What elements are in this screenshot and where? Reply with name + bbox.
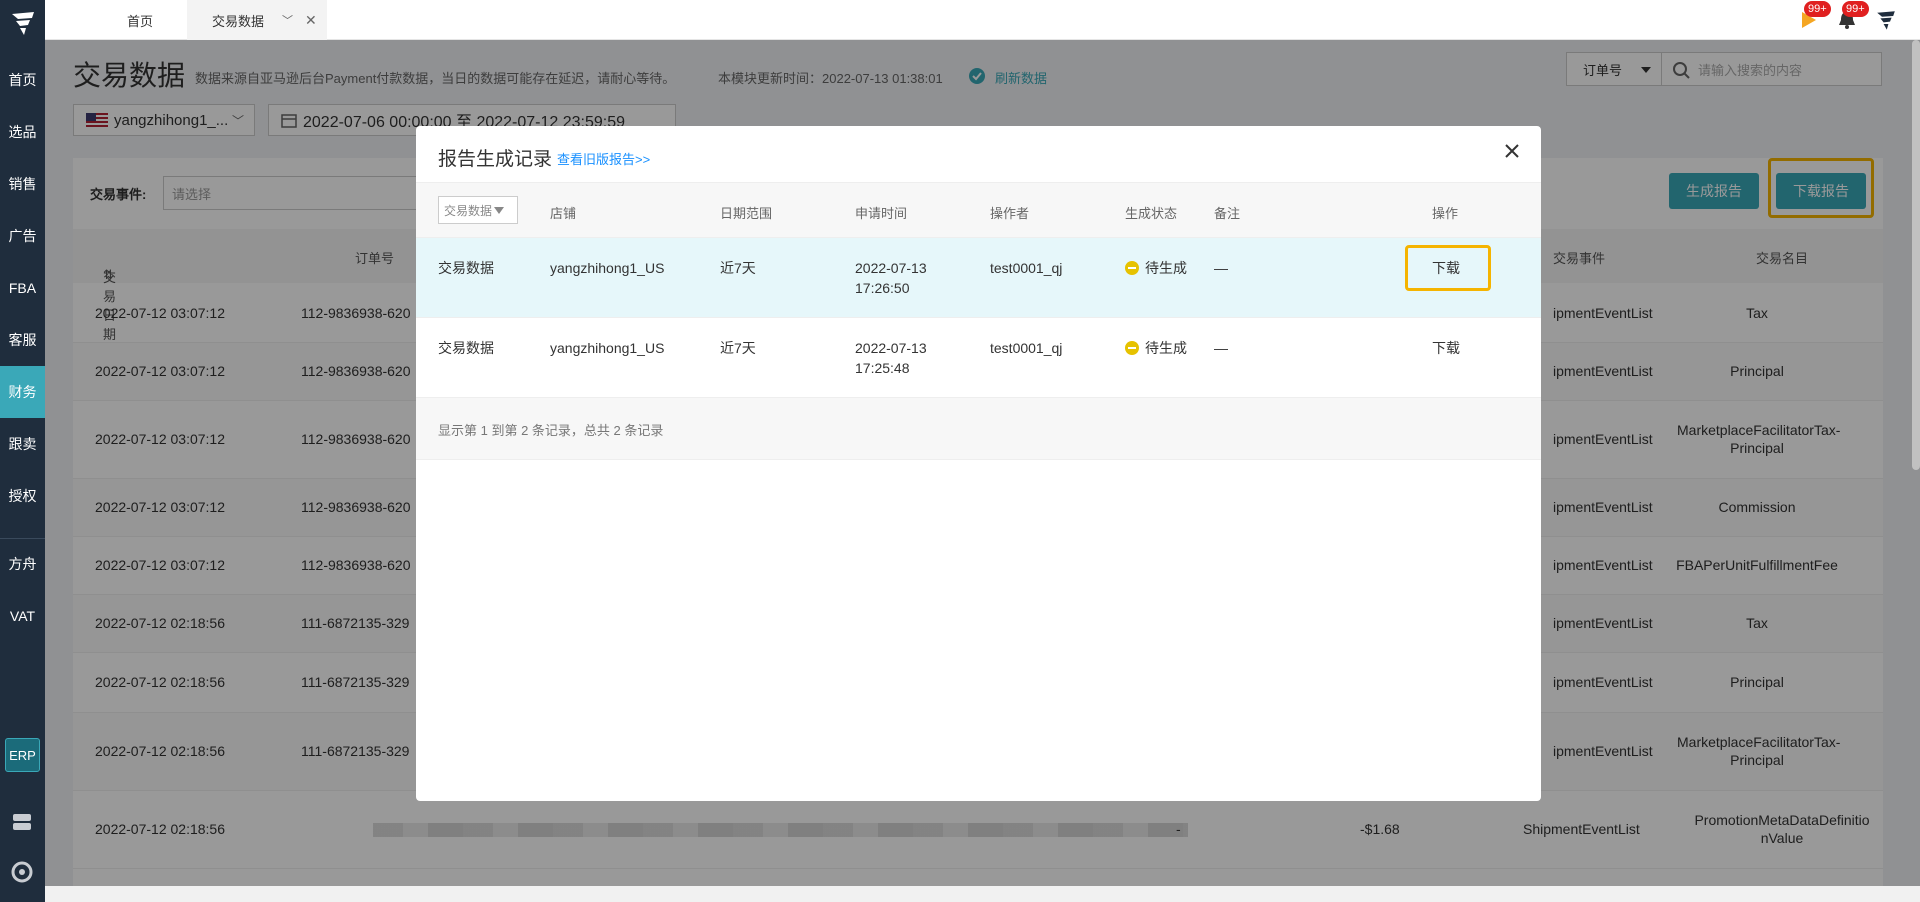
tab-bar: 首页 交易数据 ﹀ ✕ 99+ 99+ <box>45 0 1920 40</box>
support-icon[interactable] <box>10 860 34 884</box>
modal-table-header: 交易数据 店铺 日期范围 申请时间 操作者 生成状态 备注 操作 <box>416 182 1541 238</box>
report-row: 交易数据 yangzhihong1_US 近7天 2022-07-13 17:26… <box>416 238 1541 318</box>
close-icon[interactable] <box>1503 142 1521 160</box>
download-link[interactable]: 下载 <box>1432 338 1460 358</box>
cell-operator: test0001_qj <box>990 260 1063 276</box>
sidebar-item-home[interactable]: 首页 <box>0 54 45 106</box>
cell-time: 2022-07-13 17:26:50 <box>855 258 927 298</box>
header-range: 日期范围 <box>720 206 773 221</box>
logo-icon <box>12 12 34 35</box>
header-status: 生成状态 <box>1125 206 1178 221</box>
pending-status-icon <box>1125 261 1139 275</box>
tab-transaction-data[interactable]: 交易数据 ﹀ ✕ <box>187 0 327 40</box>
caret-down-icon <box>494 206 505 214</box>
sidebar-item-ark[interactable]: 方舟 <box>0 538 45 590</box>
bell-badge: 99+ <box>1842 1 1869 17</box>
cell-status: 待生成 <box>1125 258 1187 278</box>
chevron-down-icon[interactable]: ﹀ <box>282 12 293 28</box>
cell-operator: test0001_qj <box>990 340 1063 356</box>
sidebar-item-follow[interactable]: 跟卖 <box>0 418 45 470</box>
header-time: 申请时间 <box>855 206 908 221</box>
notification-bell[interactable]: 99+ <box>1836 1 1869 31</box>
cell-clock: 17:26:50 <box>855 280 910 296</box>
header-store: 店铺 <box>550 206 577 221</box>
cell-type: 交易数据 <box>438 260 494 276</box>
type-filter-value: 交易数据 <box>444 203 493 218</box>
top-icons: 99+ 99+ <box>1798 0 1898 40</box>
cell-clock: 17:25:48 <box>855 360 910 376</box>
cell-date: 2022-07-13 <box>855 260 927 276</box>
sidebar-item-ads[interactable]: 广告 <box>0 210 45 262</box>
cell-time: 2022-07-13 17:25:48 <box>855 338 927 378</box>
sidebar: 首页 选品 销售 广告 FBA 客服 财务 跟卖 授权 方舟 VAT ERP <box>0 0 45 902</box>
cell-range: 近7天 <box>720 260 756 276</box>
sidebar-item-service[interactable]: 客服 <box>0 314 45 366</box>
close-icon[interactable]: ✕ <box>305 12 317 29</box>
pagination-text: 显示第 1 到第 2 条记录，总共 2 条记录 <box>438 423 664 438</box>
sidebar-item-auth[interactable]: 授权 <box>0 470 45 522</box>
type-filter-select[interactable]: 交易数据 <box>438 196 518 224</box>
header-action: 操作 <box>1432 206 1459 221</box>
sidebar-item-vat[interactable]: VAT <box>0 590 45 642</box>
cell-range: 近7天 <box>720 340 756 356</box>
sidebar-item-sales[interactable]: 销售 <box>0 158 45 210</box>
status-label: 待生成 <box>1145 260 1187 276</box>
flag-badge: 99+ <box>1804 1 1831 17</box>
sidebar-item-selection[interactable]: 选品 <box>0 106 45 158</box>
pending-status-icon <box>1125 341 1139 355</box>
database-icon[interactable] <box>10 810 34 834</box>
tab-current-label: 交易数据 <box>212 13 265 29</box>
download-highlight <box>1405 245 1491 291</box>
report-row: 交易数据 yangzhihong1_US 近7天 2022-07-13 17:25… <box>416 318 1541 398</box>
cell-note: — <box>1214 260 1228 276</box>
status-label: 待生成 <box>1145 340 1187 356</box>
cell-store: yangzhihong1_US <box>550 340 665 356</box>
cell-type: 交易数据 <box>438 340 494 356</box>
modal-title: 报告生成记录 <box>438 149 553 170</box>
horizontal-scrollbar[interactable] <box>45 886 1920 902</box>
pagination-info: 显示第 1 到第 2 条记录，总共 2 条记录 <box>416 398 1541 460</box>
header-note: 备注 <box>1214 206 1241 221</box>
cell-status: 待生成 <box>1125 338 1187 358</box>
notification-flag[interactable]: 99+ <box>1798 1 1831 31</box>
cell-store: yangzhihong1_US <box>550 260 665 276</box>
tab-home[interactable]: 首页 <box>90 0 190 40</box>
vertical-scrollbar[interactable] <box>1912 40 1920 470</box>
tab-home-label: 首页 <box>126 13 153 29</box>
sidebar-item-fba[interactable]: FBA <box>0 262 45 314</box>
cell-note: — <box>1214 340 1228 356</box>
old-reports-link[interactable]: 查看旧版报告>> <box>557 149 650 168</box>
sidebar-item-finance[interactable]: 财务 <box>0 366 45 418</box>
header-operator: 操作者 <box>990 206 1030 221</box>
report-history-modal: 报告生成记录 查看旧版报告>> 交易数据 店铺 日期范围 申请时间 操作者 生成… <box>416 126 1541 801</box>
cell-date: 2022-07-13 <box>855 340 927 356</box>
erp-button[interactable]: ERP <box>5 738 40 772</box>
user-avatar-icon[interactable] <box>1874 8 1898 32</box>
